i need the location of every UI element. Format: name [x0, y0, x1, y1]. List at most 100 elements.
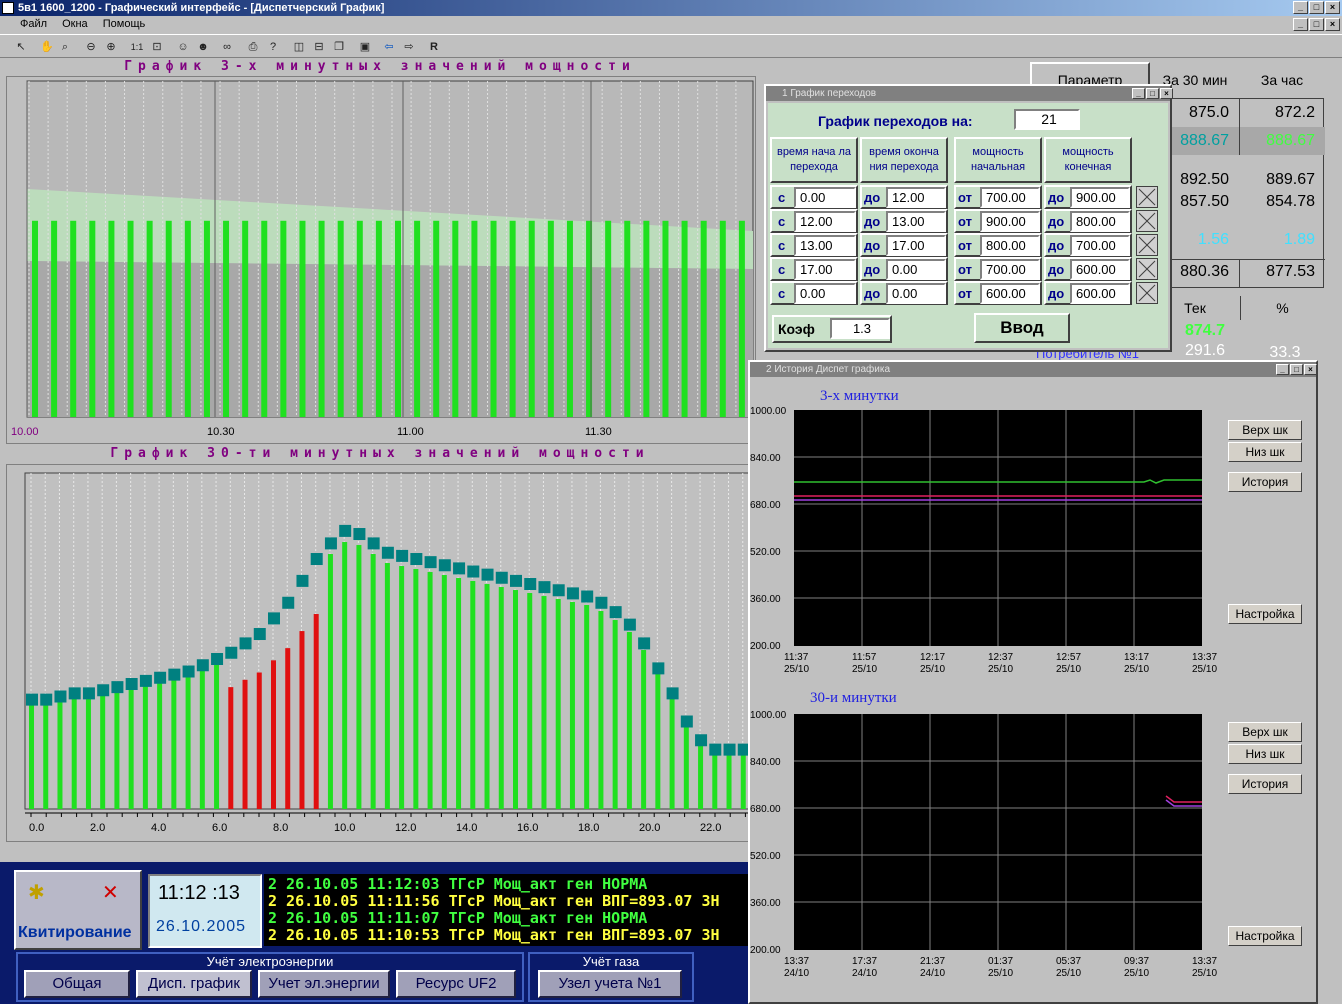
h1-xtick-time: 12:17: [920, 652, 945, 663]
dlg1-close[interactable]: ×: [1160, 88, 1173, 99]
h2-ytick: 520.00: [750, 851, 781, 862]
row-0-pend-input[interactable]: 900.00: [1070, 187, 1130, 208]
h2-xtick-time: 21:37: [920, 956, 945, 967]
chart30-marker: [296, 574, 309, 587]
row-3-end-input[interactable]: 0.00: [886, 259, 946, 280]
row-4-start-input[interactable]: 0.00: [794, 283, 856, 304]
g1-history-button[interactable]: История: [1228, 472, 1302, 492]
refresh-r-icon[interactable]: R: [425, 38, 443, 56]
pointer-icon[interactable]: ↖: [12, 38, 30, 56]
users-icon[interactable]: ☺: [174, 38, 192, 56]
g2-scale-down-button[interactable]: Низ шк: [1228, 744, 1302, 764]
row-0-delete-button[interactable]: [1136, 186, 1158, 208]
chart30-bar: [598, 611, 604, 809]
chart3-xtick: 10.00: [11, 426, 39, 438]
delete-x-icon: [1138, 188, 1156, 206]
chart30-marker: [97, 684, 110, 697]
window-icon[interactable]: ▣: [356, 38, 374, 56]
tab-energy-metering[interactable]: Учет эл.энергии: [258, 970, 390, 998]
actual-size-icon[interactable]: 1:1: [128, 38, 146, 56]
chart30-marker: [154, 671, 167, 684]
menu-windows[interactable]: Окна: [62, 18, 88, 30]
tab-resource-uf2[interactable]: Ресурс UF2: [396, 970, 516, 998]
chart3-title: График 3-х минутных значений мощности: [124, 59, 636, 74]
row-3-start-input[interactable]: 17.00: [794, 259, 856, 280]
row-2-start-input[interactable]: 13.00: [794, 235, 856, 256]
chart30-bar: [541, 596, 547, 809]
menu-help[interactable]: Помощь: [103, 18, 146, 30]
dlg2-minimize[interactable]: _: [1276, 364, 1289, 375]
g1-scale-up-button[interactable]: Верх шк: [1228, 420, 1302, 440]
back-arrow-icon[interactable]: ⇦: [380, 38, 398, 56]
chart3-bar: [89, 220, 96, 417]
row-4-pstart-input[interactable]: 600.00: [980, 283, 1040, 304]
g2-scale-up-button[interactable]: Верх шк: [1228, 722, 1302, 742]
tile-vertical-icon[interactable]: ◫: [290, 38, 308, 56]
chart3-svg: 10.00 10.30 11.00 11.30: [11, 80, 754, 438]
enter-button[interactable]: Ввод: [974, 313, 1070, 343]
hand-icon[interactable]: ✋: [38, 38, 56, 56]
child-close-button[interactable]: ×: [1325, 18, 1340, 31]
h2-xtick-time: 05:37: [1056, 956, 1081, 967]
chart30-xtick: 4.0: [151, 822, 166, 834]
row-4-pend-input[interactable]: 600.00: [1070, 283, 1130, 304]
row-0-pstart-input[interactable]: 700.00: [980, 187, 1040, 208]
tile-horizontal-icon[interactable]: ⊟: [310, 38, 328, 56]
tab-dispatch-graph[interactable]: Дисп. график: [136, 970, 252, 998]
chart3-bar: [146, 220, 153, 417]
row-3-pstart-input[interactable]: 700.00: [980, 259, 1040, 280]
row-2-end-input[interactable]: 17.00: [886, 235, 946, 256]
koef-input[interactable]: 1.3: [830, 318, 890, 339]
child-restore-button[interactable]: □: [1309, 18, 1324, 31]
row-1-pend-cell: до 800.00: [1044, 209, 1132, 233]
row-0-start-input[interactable]: 0.00: [794, 187, 856, 208]
forward-arrow-icon[interactable]: ⇨: [400, 38, 418, 56]
minimize-button[interactable]: _: [1293, 1, 1308, 14]
dlg1-minimize[interactable]: _: [1132, 88, 1145, 99]
chart30-bar: [370, 554, 376, 809]
ack-box[interactable]: ✱ ✕ Квитирование: [14, 870, 142, 950]
row-3-delete-button[interactable]: [1136, 258, 1158, 280]
row-1-end-input[interactable]: 13.00: [886, 211, 946, 232]
row-2-delete-button[interactable]: [1136, 234, 1158, 256]
row-1-pend-input[interactable]: 800.00: [1070, 211, 1130, 232]
chart30-xtick: 0.0: [29, 822, 44, 834]
close-button[interactable]: ×: [1325, 1, 1340, 14]
user-icon[interactable]: ☻: [194, 38, 212, 56]
cascade-icon[interactable]: ❐: [330, 38, 348, 56]
h1-xtick-date: 25/10: [920, 664, 945, 675]
g2-history-button[interactable]: История: [1228, 774, 1302, 794]
dlg1-maximize[interactable]: □: [1146, 88, 1159, 99]
row-1-pstart-input[interactable]: 900.00: [980, 211, 1040, 232]
zoom-in-icon[interactable]: ⊕: [102, 38, 120, 56]
tab-gas-node-1[interactable]: Узел учета №1: [538, 970, 682, 998]
row-0-end-input[interactable]: 12.00: [886, 187, 946, 208]
fit-icon[interactable]: ⊡: [148, 38, 166, 56]
dlg2-maximize[interactable]: □: [1290, 364, 1303, 375]
zoom-icon[interactable]: ⌕: [56, 38, 74, 56]
print-icon[interactable]: ⎙: [244, 38, 262, 56]
zoom-out-icon[interactable]: ⊖: [82, 38, 100, 56]
binoculars-icon[interactable]: ∞: [218, 38, 236, 56]
row-2-pstart-input[interactable]: 800.00: [980, 235, 1040, 256]
g1-setup-button[interactable]: Настройка: [1228, 604, 1302, 624]
row-4-delete-button[interactable]: [1136, 282, 1158, 304]
g2-setup-button[interactable]: Настройка: [1228, 926, 1302, 946]
maximize-button[interactable]: □: [1309, 1, 1324, 14]
help-icon[interactable]: ?: [264, 38, 282, 56]
val-h-6: 877.53: [1239, 259, 1325, 287]
tab-general[interactable]: Общая: [24, 970, 130, 998]
menu-file[interactable]: Файл: [20, 18, 47, 30]
row-2-pend-input[interactable]: 700.00: [1070, 235, 1130, 256]
child-minimize-button[interactable]: _: [1293, 18, 1308, 31]
log-line-3: 2 26.10.05 11:11:07 ТГсР Мощ_акт ген НОР…: [268, 909, 648, 927]
row-4-end-input[interactable]: 0.00: [886, 283, 946, 304]
row-1-delete-button[interactable]: [1136, 210, 1158, 232]
row-1-start-input[interactable]: 12.00: [794, 211, 856, 232]
log-line-2: 2 26.10.05 11:11:56 ТГсР Мощ_акт ген ВПГ…: [268, 892, 720, 910]
chart30-bar: [242, 679, 248, 809]
g1-scale-down-button[interactable]: Низ шк: [1228, 442, 1302, 462]
day-input[interactable]: 21: [1014, 109, 1080, 130]
dlg2-close[interactable]: ×: [1304, 364, 1317, 375]
row-3-pend-input[interactable]: 600.00: [1070, 259, 1130, 280]
